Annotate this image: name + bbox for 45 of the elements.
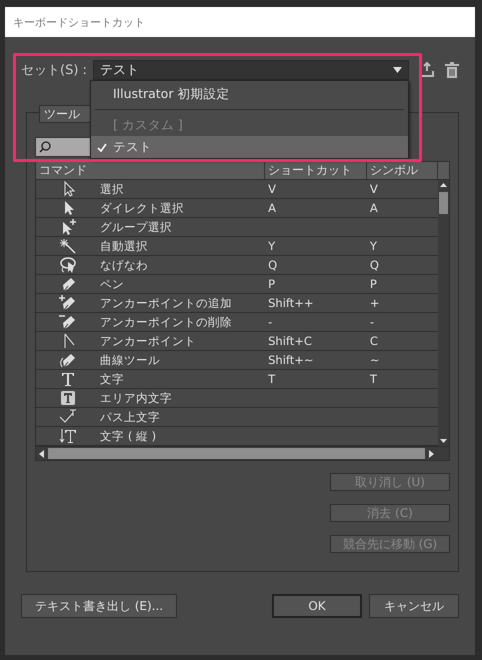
command-cell-text: アンカーポイントの追加 (100, 296, 234, 310)
column-header[interactable]: コマンド (36, 162, 266, 179)
cancel-button[interactable]: キャンセル (369, 594, 459, 618)
command-cell-text: グループ選択 (100, 220, 174, 234)
symbol-cell-text: T (368, 372, 378, 386)
command-cell-text: 文字 ( 縦 ) (100, 428, 158, 444)
menu-item[interactable]: テスト (91, 136, 408, 158)
set-dropdown[interactable]: テスト (93, 60, 409, 80)
command-cell-text: 選択 (100, 182, 126, 196)
command-cell-text: ダイレクト選択 (100, 200, 186, 216)
command-cell-text: アンカーポイントの削除 (100, 314, 234, 330)
symbol-cell-text: - (368, 315, 376, 329)
symbol-cell-text: + (368, 296, 380, 310)
shortcut-cell-text: Y (267, 239, 276, 253)
shortcut-cell-text: Shift+C (267, 334, 313, 348)
column-header[interactable]: シンボル (366, 162, 438, 179)
command-cell-text: エリア内文字 (100, 390, 174, 406)
window-title: キーボードショートカット (13, 14, 145, 30)
command-cell-text: 文字 (100, 372, 126, 386)
symbol-cell-text: Y (368, 239, 378, 253)
set-label: セット(S) : (21, 62, 87, 79)
command-cell-text: ペン (100, 276, 126, 292)
export-text-button[interactable]: テキスト書き出し (E)... (21, 594, 177, 618)
menu-item[interactable]: Illustrator 初期設定 (91, 83, 408, 105)
shortcut-cell-text: Shift+~ (267, 353, 315, 367)
shortcut-cell-text: - (267, 315, 274, 329)
command-cell-text: アンカーポイント (100, 334, 198, 348)
shortcut-cell-text: Shift++ (267, 296, 315, 310)
column-header[interactable]: ショートカット (265, 162, 367, 179)
symbol-cell-text: P (368, 277, 378, 291)
symbol-cell-text: A (368, 201, 379, 215)
symbol-cell-text: C (368, 334, 379, 348)
symbol-cell-text: Q (368, 258, 380, 272)
shortcut-cell-text: V (267, 182, 277, 196)
shortcut-cell-text: P (267, 277, 276, 291)
command-cell-text: パス上文字 (100, 410, 162, 424)
shortcut-cell-text: T (267, 372, 276, 386)
ok-button[interactable]: OK (272, 594, 362, 618)
command-cell-text: 自動選択 (100, 238, 150, 254)
symbol-cell-text: V (368, 182, 379, 196)
shortcut-cell-text: A (267, 201, 277, 215)
command-cell-text: 曲線ツール (100, 352, 162, 368)
symbol-cell-text: ~ (368, 353, 380, 367)
command-cell-text: なげなわ (100, 258, 150, 272)
shortcut-cell-text: Q (267, 258, 278, 272)
